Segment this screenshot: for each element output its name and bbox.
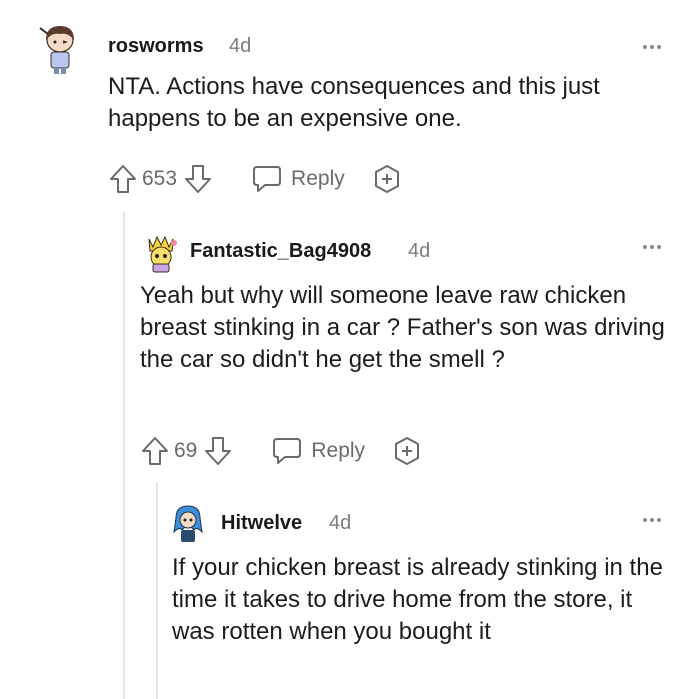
downvote-arrow-icon[interactable]: [203, 435, 233, 467]
comment-actions: 69 Reply: [140, 435, 423, 467]
vote-count: 69: [174, 439, 198, 462]
more-dot: [657, 245, 661, 249]
user-avatar[interactable]: [38, 22, 82, 76]
avatar-icon: [39, 26, 74, 74]
more-dot: [643, 45, 647, 49]
more-dot: [650, 245, 654, 249]
vote-count: 653: [142, 167, 178, 190]
comment-body: Yeah but why will someone leave raw chic…: [140, 282, 665, 373]
more-dot: [650, 45, 654, 49]
comment-actions: 653 Reply: [108, 163, 403, 195]
comment-timestamp[interactable]: 4d: [329, 512, 351, 535]
comment-timestamp[interactable]: 4d: [408, 240, 430, 263]
more-options-button[interactable]: [643, 518, 661, 522]
comment-body: NTA. Actions have consequences and this …: [108, 73, 600, 132]
comment-body: If your chicken breast is already stinki…: [172, 554, 663, 645]
more-dot: [657, 45, 661, 49]
more-options-button[interactable]: [643, 245, 661, 249]
more-dot: [650, 518, 654, 522]
comment-author[interactable]: Fantastic_Bag4908: [190, 240, 371, 263]
user-avatar[interactable]: [172, 504, 204, 544]
avatar-icon: [173, 505, 203, 542]
downvote-arrow-icon[interactable]: [183, 163, 213, 195]
speech-bubble-icon: [253, 166, 282, 192]
comment-author[interactable]: rosworms: [108, 35, 204, 58]
reply-label: Reply: [291, 167, 345, 190]
avatar-icon: [148, 235, 177, 273]
upvote-arrow-icon[interactable]: [140, 435, 170, 467]
award-plus-icon[interactable]: [391, 435, 423, 467]
user-avatar[interactable]: [143, 233, 179, 273]
thread-line-level-2[interactable]: [156, 482, 158, 699]
more-dot: [657, 518, 661, 522]
speech-bubble-icon: [273, 438, 302, 464]
more-options-button[interactable]: [643, 45, 661, 49]
reply-label: Reply: [311, 439, 366, 462]
upvote-arrow-icon[interactable]: [108, 163, 138, 195]
thread-line-level-1[interactable]: [123, 212, 125, 699]
more-dot: [643, 518, 647, 522]
reply-button[interactable]: Reply: [251, 164, 345, 194]
comment-timestamp[interactable]: 4d: [229, 35, 251, 58]
reply-button[interactable]: Reply: [271, 436, 365, 466]
comment-author[interactable]: Hitwelve: [221, 512, 302, 535]
award-plus-icon[interactable]: [371, 163, 403, 195]
more-dot: [643, 245, 647, 249]
